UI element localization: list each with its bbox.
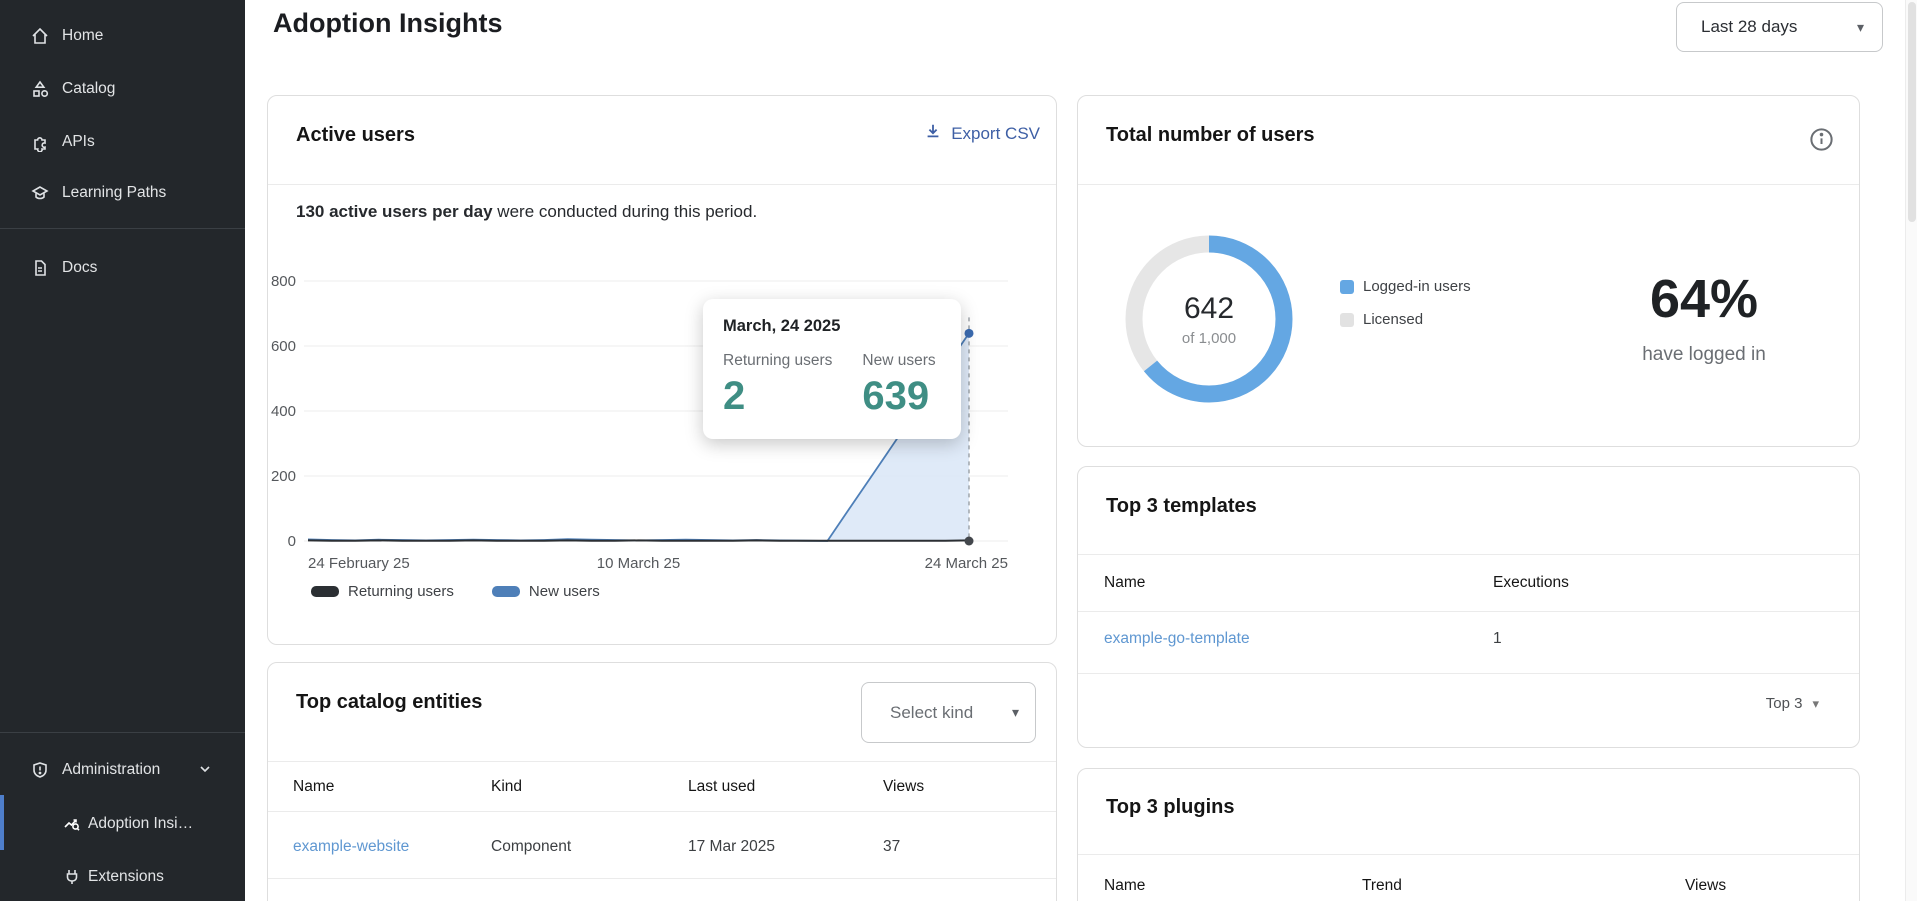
top-templates-card: Top 3 templates Name Executions example-…: [1077, 466, 1860, 748]
sidebar-item-docs[interactable]: Docs: [0, 254, 245, 282]
tooltip-returning-value: 2: [723, 374, 832, 419]
svg-text:10 March 25: 10 March 25: [597, 555, 680, 572]
page-scrollbar[interactable]: [1905, 0, 1917, 901]
card-title: Active users: [296, 124, 415, 147]
chart-tooltip: March, 24 2025 Returning users 2 New use…: [703, 299, 961, 439]
sidebar-item-learning-paths[interactable]: Learning Paths: [0, 179, 245, 207]
card-title: Top 3 templates: [1106, 495, 1257, 518]
svg-text:800: 800: [271, 273, 296, 290]
home-icon: [30, 26, 50, 46]
kind-value: Component: [491, 838, 571, 856]
page-title: Adoption Insights: [273, 8, 502, 39]
top-plugins-card: Top 3 plugins Name Trend Views: [1077, 768, 1860, 901]
chart-subtitle: 130 active users per day were conducted …: [296, 202, 757, 222]
svg-text:400: 400: [271, 403, 296, 420]
card-header-divider: [268, 761, 1056, 762]
tooltip-date: March, 24 2025: [723, 317, 941, 336]
table-divider: [1078, 673, 1859, 674]
legend-swatch: [1340, 280, 1354, 294]
period-select-value: Last 28 days: [1701, 17, 1797, 37]
column-header-name: Name: [1104, 877, 1145, 895]
column-header-name: Name: [1104, 574, 1145, 592]
table-divider: [268, 878, 1056, 879]
catalog-icon: [30, 79, 50, 99]
sidebar-item-home[interactable]: Home: [0, 22, 245, 50]
svg-text:0: 0: [288, 533, 296, 550]
column-header-views: Views: [1685, 877, 1726, 895]
legend-licensed: Licensed: [1340, 311, 1471, 328]
top-n-select[interactable]: Top 3 ▾: [1766, 695, 1819, 712]
download-icon: [924, 122, 942, 145]
info-icon[interactable]: [1808, 126, 1835, 158]
top-catalog-entities-card: Top catalog entities Select kind ▾ Name …: [267, 662, 1057, 901]
card-title: Total number of users: [1106, 124, 1315, 147]
sidebar-divider: [0, 732, 245, 733]
tooltip-new-label: New users: [862, 352, 935, 370]
document-icon: [30, 258, 50, 278]
sidebar-item-catalog[interactable]: Catalog: [0, 75, 245, 103]
legend-new-users: New users: [492, 583, 600, 600]
percent-value: 64%: [1574, 268, 1834, 330]
svg-text:24 February 25: 24 February 25: [308, 555, 410, 572]
percent-caption: have logged in: [1574, 344, 1834, 366]
legend-logged-in: Logged-in users: [1340, 278, 1471, 295]
period-select[interactable]: Last 28 days ▾: [1676, 2, 1883, 52]
column-header-trend: Trend: [1362, 877, 1402, 895]
active-users-card: Active users Export CSV 130 active users…: [267, 95, 1057, 645]
scrollbar-thumb[interactable]: [1908, 2, 1916, 222]
chevron-down-icon: [197, 761, 213, 782]
svg-text:24 March 25: 24 March 25: [925, 555, 1008, 572]
caret-down-icon: ▾: [1812, 696, 1819, 712]
column-header-last-used: Last used: [688, 778, 755, 796]
export-csv-button[interactable]: Export CSV: [924, 122, 1040, 145]
select-kind-dropdown[interactable]: Select kind ▾: [861, 682, 1036, 743]
puzzle-icon: [30, 132, 50, 152]
table-divider: [268, 811, 1056, 812]
table-divider: [1078, 611, 1859, 612]
card-header-divider: [1078, 554, 1859, 555]
logged-in-count: 642: [1184, 292, 1234, 326]
plug-icon: [62, 867, 82, 887]
graduation-cap-icon: [30, 183, 50, 203]
donut-legend: Logged-in users Licensed: [1340, 278, 1471, 328]
entity-link[interactable]: example-website: [293, 838, 409, 856]
card-header-divider: [1078, 854, 1859, 855]
sidebar-divider: [0, 228, 245, 229]
sidebar-item-adoption-insights[interactable]: Adoption Insights: [0, 810, 245, 838]
column-header-executions: Executions: [1493, 574, 1569, 592]
total-users-card: Total number of users 642 of 1,000 Logge…: [1077, 95, 1860, 447]
card-header-divider: [268, 184, 1056, 185]
svg-text:600: 600: [271, 338, 296, 355]
svg-text:200: 200: [271, 468, 296, 485]
logged-in-percentage: 64% have logged in: [1574, 268, 1834, 366]
licensed-total: of 1,000: [1182, 330, 1236, 347]
sidebar-item-administration[interactable]: Administration: [0, 756, 245, 784]
sidebar-item-extensions[interactable]: Extensions: [0, 863, 245, 891]
tooltip-returning-label: Returning users: [723, 352, 832, 370]
card-title: Top catalog entities: [296, 691, 482, 714]
executions-value: 1: [1493, 630, 1502, 648]
legend-swatch: [311, 586, 339, 597]
card-title: Top 3 plugins: [1106, 796, 1235, 819]
column-header-kind: Kind: [491, 778, 522, 796]
donut-center-label: 642 of 1,000: [1119, 229, 1299, 409]
sidebar-item-apis[interactable]: APIs: [0, 128, 245, 156]
sidebar: Home Catalog APIs Learning Paths Docs Ad…: [0, 0, 245, 901]
chart-legend: Returning users New users: [311, 583, 600, 600]
column-header-views: Views: [883, 778, 924, 796]
legend-swatch: [492, 586, 520, 597]
column-header-name: Name: [293, 778, 334, 796]
shield-icon: [30, 760, 50, 780]
card-header-divider: [1078, 184, 1859, 185]
trend-search-icon: [62, 814, 82, 834]
caret-down-icon: ▾: [1857, 19, 1864, 36]
views-value: 37: [883, 838, 900, 856]
caret-down-icon: ▾: [1012, 704, 1019, 721]
legend-swatch: [1340, 313, 1354, 327]
last-used-value: 17 Mar 2025: [688, 838, 775, 856]
legend-returning-users: Returning users: [311, 583, 454, 600]
tooltip-new-value: 639: [862, 374, 935, 419]
template-link[interactable]: example-go-template: [1104, 630, 1250, 648]
